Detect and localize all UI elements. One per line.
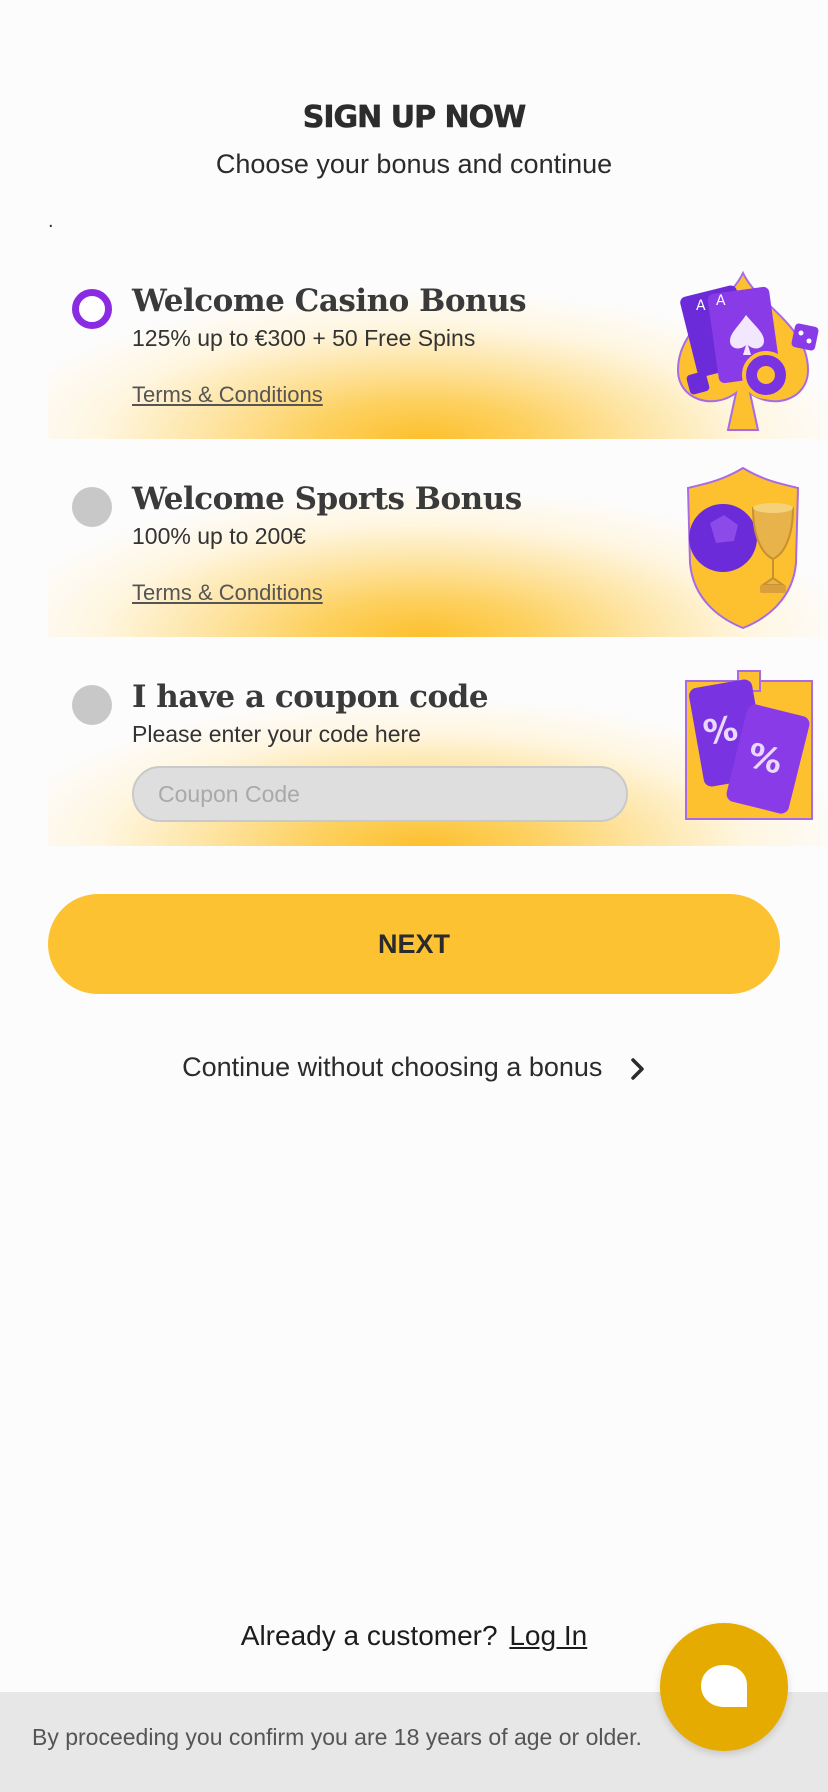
bonus-option-casino[interactable]: Welcome Casino Bonus 125% up to €300 + 5… xyxy=(48,255,828,439)
coupon-code-input[interactable] xyxy=(132,766,628,822)
continue-label: Continue without choosing a bonus xyxy=(182,1052,603,1082)
next-button[interactable]: NEXT xyxy=(48,894,780,994)
chat-button[interactable] xyxy=(660,1623,788,1751)
bonus-description: Please enter your code here xyxy=(132,721,421,747)
page-subtitle: Choose your bonus and continue xyxy=(215,149,613,179)
bonus-option-sports[interactable]: Welcome Sports Bonus 100% up to 200€ Ter… xyxy=(48,453,828,637)
sports-shield-trophy-icon xyxy=(686,466,800,630)
bonus-title: Welcome Casino Bonus xyxy=(132,283,527,319)
sports-bonus-radio[interactable] xyxy=(72,487,112,527)
casino-cards-chips-icon: A A xyxy=(676,270,819,431)
login-prompt-text: Already a customer? xyxy=(240,1620,498,1651)
bonus-option-coupon[interactable]: I have a coupon code Please enter your c… xyxy=(48,651,828,846)
casino-bonus-radio[interactable] xyxy=(72,289,112,329)
login-link[interactable]: Log In xyxy=(509,1620,587,1651)
coupon-radio[interactable] xyxy=(72,685,112,725)
terms-link-casino[interactable]: Terms & Conditions xyxy=(132,382,323,408)
continue-without-bonus-link[interactable]: Continue without choosing a bonus xyxy=(0,1052,828,1083)
page-title: SIGN UP NOW xyxy=(302,100,526,136)
signup-header: SIGN UP NOW Choose your bonus and contin… xyxy=(0,100,828,180)
coupon-gift-icon: % % xyxy=(685,670,813,820)
chat-bubble-icon xyxy=(701,1665,747,1707)
terms-link-sports[interactable]: Terms & Conditions xyxy=(132,580,323,606)
svg-text:A: A xyxy=(716,293,726,309)
chevron-right-icon xyxy=(631,1058,644,1080)
bonus-title: Welcome Sports Bonus xyxy=(132,481,522,517)
bonus-description: 100% up to 200€ xyxy=(132,523,306,549)
stray-dot: . xyxy=(48,210,54,232)
bonus-title: I have a coupon code xyxy=(132,679,489,715)
svg-text:A: A xyxy=(696,298,706,314)
bonus-description: 125% up to €300 + 50 Free Spins xyxy=(132,325,476,351)
svg-text:%: % xyxy=(700,709,741,754)
age-disclaimer-text: By proceeding you confirm you are 18 yea… xyxy=(32,1724,642,1750)
